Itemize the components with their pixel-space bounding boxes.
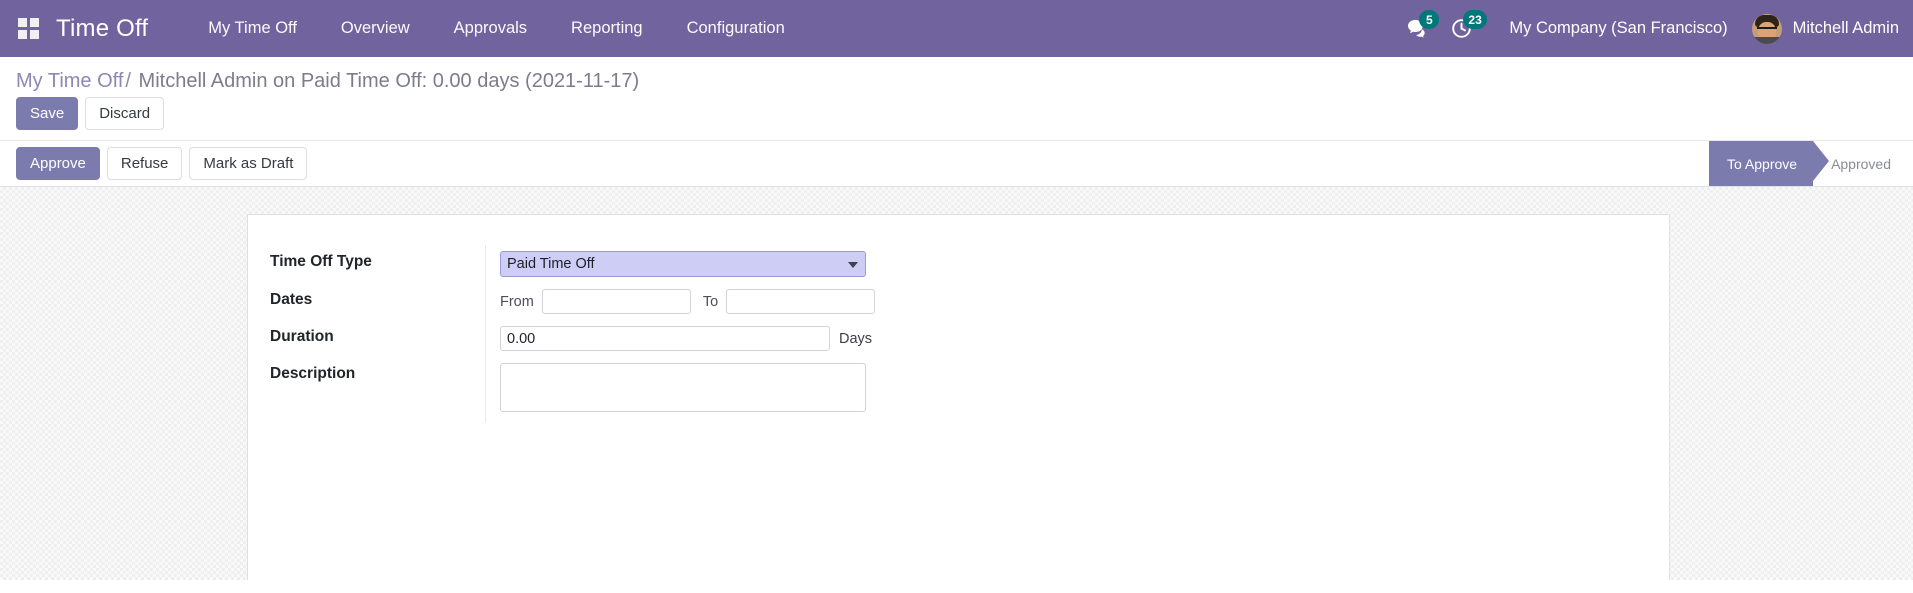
breadcrumb: My Time Off / Mitchell Admin on Paid Time… [16, 69, 1897, 93]
label-date-to: To [702, 293, 719, 310]
time-off-type-value: Paid Time Off [507, 256, 595, 272]
field-row-duration: Duration Days [270, 320, 875, 357]
avatar [1751, 13, 1782, 44]
label-duration: Duration [270, 328, 334, 345]
value-cell-time-off-type: Paid Time Off [486, 245, 876, 283]
value-cell-duration: Days [486, 320, 876, 357]
menu-item-configuration[interactable]: Configuration [665, 0, 807, 57]
statusbar: Approve Refuse Mark as Draft To Approve … [0, 140, 1913, 186]
menu-item-overview[interactable]: Overview [319, 0, 432, 57]
activities-button[interactable]: 23 [1439, 0, 1487, 57]
stage-to-approve[interactable]: To Approve [1709, 141, 1830, 186]
activities-badge-count: 23 [1463, 10, 1487, 29]
menu-item-my-time-off[interactable]: My Time Off [186, 0, 319, 57]
top-navbar: Time Off My Time Off Overview Approvals … [0, 0, 1913, 57]
menu-item-reporting[interactable]: Reporting [549, 0, 665, 57]
field-row-time-off-type: Time Off Type Paid Time Off [270, 245, 875, 283]
duration-unit-label: Days [839, 330, 873, 347]
company-switcher[interactable]: My Company (San Francisco) [1483, 19, 1741, 38]
field-row-description: Description [270, 357, 875, 423]
label-description: Description [270, 365, 356, 382]
user-menu[interactable]: Mitchell Admin [1742, 13, 1899, 44]
breadcrumb-link-my-time-off[interactable]: My Time Off [16, 70, 123, 92]
form-fields-table: Time Off Type Paid Time Off Dates From T… [270, 245, 876, 423]
description-textarea[interactable] [500, 363, 866, 412]
main-menu: My Time Off Overview Approvals Reporting… [186, 0, 806, 57]
duration-group: Days [500, 326, 875, 351]
label-dates: Dates [270, 291, 313, 308]
apps-grid-icon [17, 18, 39, 39]
mark-as-draft-button[interactable]: Mark as Draft [189, 147, 308, 180]
menu-item-approvals[interactable]: Approvals [432, 0, 549, 57]
apps-menu-button[interactable] [0, 0, 56, 57]
breadcrumb-row: My Time Off / Mitchell Admin on Paid Time… [0, 57, 1913, 93]
status-pipeline: To Approve Approved [1709, 141, 1913, 186]
breadcrumb-separator: / [125, 70, 131, 92]
form-content-area: Time Off Type Paid Time Off Dates From T… [0, 187, 1913, 580]
label-time-off-type: Time Off Type [270, 253, 372, 270]
control-panel: My Time Off / Mitchell Admin on Paid Time… [0, 57, 1913, 187]
messages-button[interactable]: 5 [1395, 0, 1440, 57]
user-menu-label: Mitchell Admin [1792, 19, 1899, 37]
field-row-dates: Dates From To [270, 283, 876, 320]
label-cell-dates: Dates [270, 283, 486, 320]
dates-range: From To [500, 289, 876, 314]
date-to-input[interactable] [726, 289, 876, 314]
date-from-input[interactable] [541, 289, 691, 314]
label-cell-duration: Duration [270, 320, 486, 357]
label-date-from: From [500, 293, 534, 310]
navbar-right-section: 5 23 My Company (San Francisco) Mitchell… [1395, 0, 1913, 57]
record-save-controls: Save Discard [0, 91, 1913, 140]
label-cell-time-off-type: Time Off Type [270, 245, 486, 283]
form-sheet: Time Off Type Paid Time Off Dates From T… [247, 214, 1670, 580]
time-off-type-select[interactable]: Paid Time Off [500, 251, 866, 277]
value-cell-dates: From To [486, 283, 876, 320]
discard-button[interactable]: Discard [85, 97, 165, 130]
duration-input[interactable] [500, 326, 830, 351]
approve-button[interactable]: Approve [16, 147, 100, 180]
breadcrumb-current-record: Mitchell Admin on Paid Time Off: 0.00 da… [138, 70, 640, 92]
refuse-button[interactable]: Refuse [106, 147, 183, 180]
messages-badge-count: 5 [1419, 10, 1440, 29]
save-button[interactable]: Save [16, 97, 79, 130]
statusbar-action-buttons: Approve Refuse Mark as Draft [16, 141, 308, 186]
value-cell-description [486, 357, 876, 423]
label-cell-description: Description [270, 357, 486, 423]
app-brand-title[interactable]: Time Off [56, 15, 186, 43]
chevron-down-icon [848, 262, 858, 268]
